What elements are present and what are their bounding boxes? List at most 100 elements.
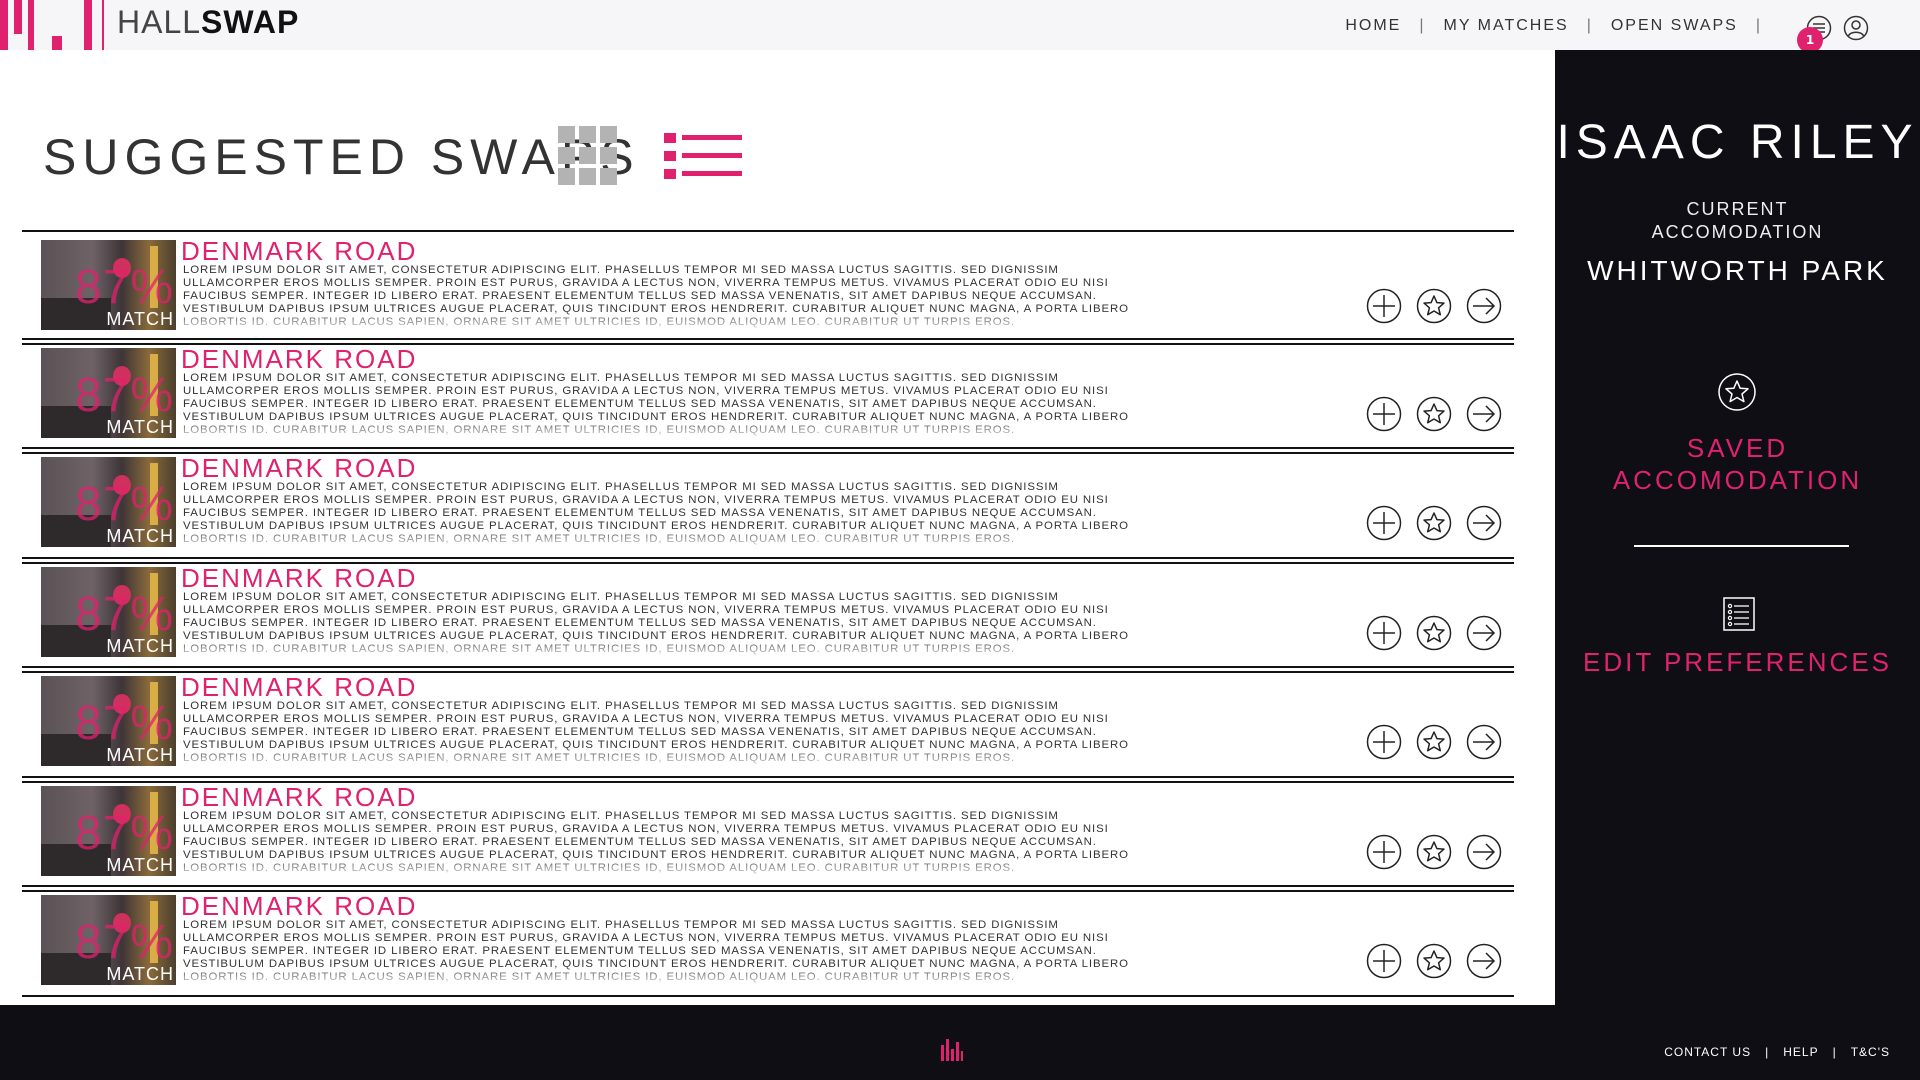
current-label-line1: CURRENT [1686, 199, 1789, 219]
star-icon[interactable] [1416, 505, 1452, 541]
footer-terms-link[interactable]: T&C'S [1851, 1045, 1890, 1059]
match-label: MATCH [106, 416, 174, 437]
listing-description: Lorem ipsum dolor sit amet, consectetur … [183, 371, 1129, 436]
arrow-right-icon[interactable] [1466, 288, 1502, 324]
arrow-right-icon[interactable] [1466, 943, 1502, 979]
star-icon[interactable] [1416, 834, 1452, 870]
page-title: SUGGESTED SWAPS [43, 129, 640, 185]
listing-photo[interactable]: 87% MATCH [41, 895, 176, 985]
listing-photo[interactable]: 87% MATCH [41, 676, 176, 766]
checklist-icon[interactable] [1723, 597, 1755, 631]
saved-label-line1: SAVED [1686, 433, 1789, 463]
match-percent: 87% [74, 697, 174, 750]
add-icon[interactable] [1366, 396, 1402, 432]
saved-label-line2: ACCOMODATION [1612, 465, 1863, 495]
arrow-right-icon[interactable] [1466, 505, 1502, 541]
listing-actions [1366, 615, 1502, 651]
listing-photo[interactable]: 87% MATCH [41, 240, 176, 330]
brand-name-bold: SWAP [201, 4, 300, 40]
footer-separator: | [1765, 1045, 1770, 1059]
listing-description: Lorem ipsum dolor sit amet, consectetur … [183, 700, 1129, 764]
footer-contact-link[interactable]: CONTACT US [1664, 1045, 1751, 1059]
brand-logo[interactable]: HALLSWAP [117, 4, 299, 41]
saved-accommodation-link[interactable]: SAVED ACCOMODATION [1555, 432, 1920, 496]
footer: CONTACT US | HELP | T&C'S [0, 1005, 1920, 1080]
star-icon[interactable] [1416, 724, 1452, 760]
match-percent: 87% [74, 916, 174, 969]
listing-title[interactable]: DENMARK ROAD [181, 344, 417, 375]
nav-open-swaps[interactable]: OPEN SWAPS [1611, 17, 1738, 35]
listing-description: Lorem ipsum dolor sit amet, consectetur … [183, 590, 1129, 655]
listing-row[interactable]: 87% MATCH DENMARK ROAD Lorem ipsum dolor… [22, 887, 1514, 997]
listing-title[interactable]: DENMARK ROAD [181, 236, 417, 267]
current-accommodation-label: CURRENT ACCOMODATION [1555, 198, 1920, 244]
match-percent: 87% [74, 806, 174, 860]
listing-description: Lorem ipsum dolor sit amet, consectetur … [183, 264, 1129, 328]
top-bar: HALLSWAP HOME | MY MATCHES | OPEN SWAPS … [0, 0, 1920, 53]
nav-separator: | [1586, 17, 1593, 34]
current-accommodation-value: WHITWORTH PARK [1587, 255, 1888, 286]
match-label: MATCH [106, 964, 174, 984]
add-icon[interactable] [1366, 288, 1402, 324]
user-name: ISAAC RILEY [1556, 116, 1919, 169]
star-icon[interactable] [1416, 943, 1452, 979]
listing-row[interactable]: 87% MATCH DENMARK ROAD Lorem ipsum dolor… [22, 559, 1514, 673]
match-label: MATCH [106, 309, 174, 329]
current-label-line2: ACCOMODATION [1651, 222, 1824, 242]
profile-sidebar: ISAAC RILEY CURRENT ACCOMODATION WHITWOR… [1555, 50, 1920, 1005]
logo-mark[interactable] [0, 0, 95, 50]
listing-title[interactable]: DENMARK ROAD [181, 672, 417, 703]
listing-actions [1366, 943, 1502, 979]
add-icon[interactable] [1366, 943, 1402, 979]
nav-home[interactable]: HOME [1345, 17, 1401, 35]
listing-actions [1366, 505, 1502, 541]
match-label: MATCH [106, 854, 174, 875]
arrow-right-icon[interactable] [1466, 615, 1502, 651]
listing-description: Lorem ipsum dolor sit amet, consectetur … [183, 809, 1129, 874]
listing-row[interactable]: 87% MATCH DENMARK ROAD Lorem ipsum dolor… [22, 340, 1514, 454]
add-icon[interactable] [1366, 505, 1402, 541]
star-icon[interactable] [1416, 288, 1452, 324]
arrow-right-icon[interactable] [1466, 396, 1502, 432]
grid-view-icon[interactable] [558, 126, 618, 186]
main-nav: HOME | MY MATCHES | OPEN SWAPS | [1345, 17, 1780, 35]
star-icon[interactable] [1416, 396, 1452, 432]
listing-actions [1366, 396, 1502, 432]
listing-title[interactable]: DENMARK ROAD [181, 782, 417, 813]
match-percent: 87% [74, 478, 174, 531]
nav-separator: | [1419, 17, 1426, 34]
listing-photo[interactable]: 87% MATCH [41, 457, 176, 547]
footer-separator: | [1832, 1045, 1837, 1059]
listing-title[interactable]: DENMARK ROAD [181, 891, 417, 922]
listing-row[interactable]: 87% MATCH DENMARK ROAD Lorem ipsum dolor… [22, 230, 1514, 344]
listing-title[interactable]: DENMARK ROAD [181, 453, 417, 484]
nav-my-matches[interactable]: MY MATCHES [1444, 17, 1569, 35]
add-icon[interactable] [1366, 834, 1402, 870]
edit-preferences-link[interactable]: EDIT PREFERENCES [1555, 647, 1920, 678]
sidebar-divider [1634, 545, 1849, 547]
star-icon[interactable] [1416, 615, 1452, 651]
listing-description: Lorem ipsum dolor sit amet, consectetur … [183, 481, 1129, 545]
listing-actions [1366, 724, 1502, 760]
listing-row[interactable]: 87% MATCH DENMARK ROAD Lorem ipsum dolor… [22, 449, 1514, 563]
list-view-icon[interactable] [664, 132, 744, 180]
star-icon[interactable] [1717, 372, 1757, 412]
listing-photo[interactable]: 87% MATCH [41, 785, 176, 876]
arrow-right-icon[interactable] [1466, 834, 1502, 870]
nav-separator: | [1755, 17, 1762, 34]
listing-row[interactable]: 87% MATCH DENMARK ROAD Lorem ipsum dolor… [22, 778, 1514, 892]
listing-photo[interactable]: 87% MATCH [41, 566, 176, 657]
listing-row[interactable]: 87% MATCH DENMARK ROAD Lorem ipsum dolor… [22, 668, 1514, 782]
arrow-right-icon[interactable] [1466, 724, 1502, 760]
listing-actions [1366, 288, 1502, 324]
listing-actions [1366, 834, 1502, 870]
logo-divider [102, 0, 104, 50]
match-label: MATCH [106, 635, 174, 656]
footer-logo-icon[interactable] [940, 1037, 964, 1061]
user-icon[interactable] [1843, 15, 1869, 41]
add-icon[interactable] [1366, 724, 1402, 760]
footer-help-link[interactable]: HELP [1783, 1045, 1818, 1059]
listing-title[interactable]: DENMARK ROAD [181, 563, 417, 594]
add-icon[interactable] [1366, 615, 1402, 651]
listing-photo[interactable]: 87% MATCH [41, 347, 176, 438]
